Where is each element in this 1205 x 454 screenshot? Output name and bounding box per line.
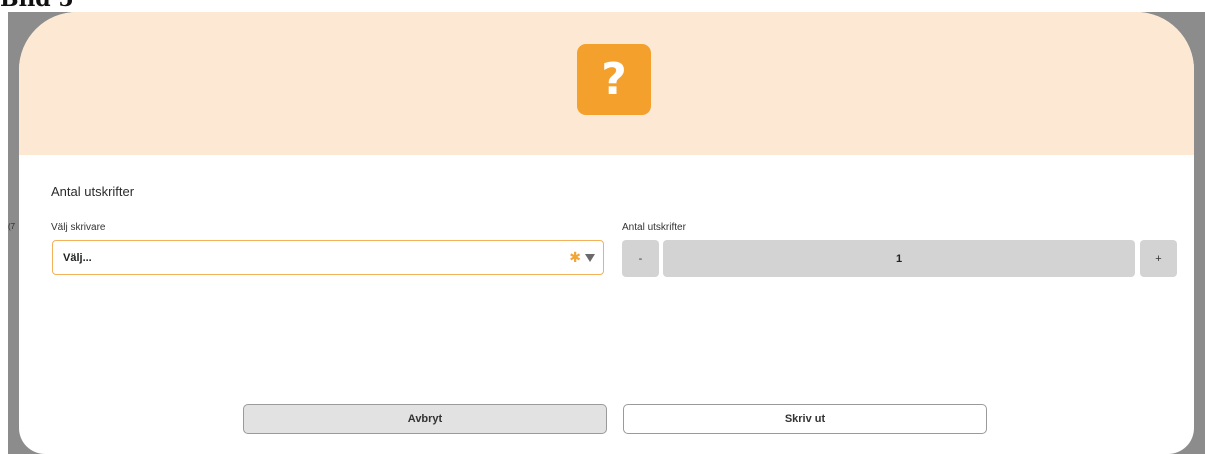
dialog-header: ? <box>19 12 1194 155</box>
printer-label: Välj skrivare <box>51 222 106 233</box>
section-title: Antal utskrifter <box>51 184 135 199</box>
decrement-button[interactable]: - <box>622 240 659 277</box>
printer-select-value: Välj... <box>63 252 92 264</box>
copies-label: Antal utskrifter <box>622 222 686 233</box>
print-button[interactable]: Skriv ut <box>623 404 987 434</box>
document-heading: Bild 5 <box>0 0 74 12</box>
increment-button[interactable]: + <box>1140 240 1177 277</box>
page: Bild 5 (7 ? Antal utskrifter Välj skriva… <box>0 0 1205 454</box>
copies-value-field[interactable]: 1 <box>663 240 1135 277</box>
backdrop-edge-text: (7 <box>8 222 16 231</box>
cancel-button[interactable]: Avbryt <box>243 404 607 434</box>
printer-select[interactable]: Välj... ✱ <box>52 240 604 275</box>
caret-down-icon[interactable] <box>585 254 595 262</box>
print-dialog: ? Antal utskrifter Välj skrivare Välj...… <box>19 12 1194 454</box>
question-icon: ? <box>577 44 651 115</box>
asterisk-icon: ✱ <box>569 249 581 265</box>
